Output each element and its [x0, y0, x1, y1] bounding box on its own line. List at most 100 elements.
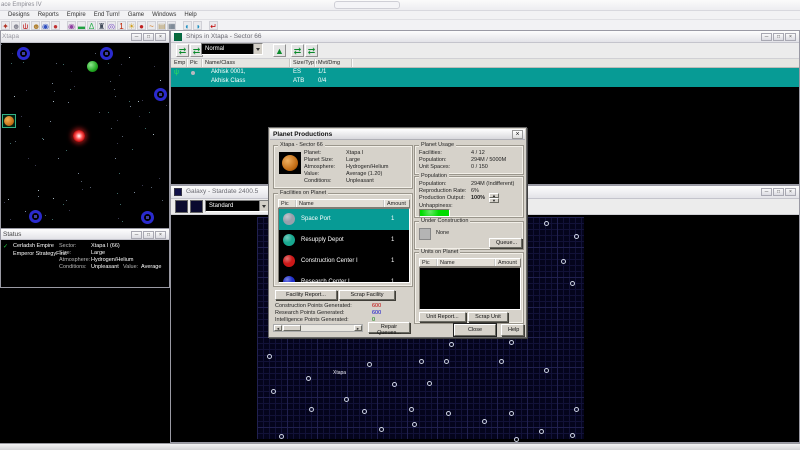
minimize-icon[interactable]: ─ [761, 188, 772, 196]
toolbar-icon-empire-status[interactable]: ☻ [11, 21, 20, 30]
units-list[interactable] [419, 267, 521, 310]
green-planet[interactable] [87, 61, 98, 72]
system-circle[interactable] [427, 381, 432, 386]
system-circle[interactable] [509, 340, 514, 345]
system-circle[interactable] [344, 397, 349, 402]
facility-row-construction-center[interactable]: Construction Center I 1 [279, 251, 409, 272]
facilities-header[interactable]: Pic Name Amount [278, 199, 410, 208]
toolbar-icon-race-report[interactable]: ψ [21, 21, 30, 30]
toolbar-icon-supply[interactable]: ~ [147, 21, 156, 30]
toolbar-icon-log[interactable]: ◎ [107, 21, 116, 30]
toolbar-icon-notes[interactable]: ▤ [157, 21, 166, 30]
ships-list-header[interactable]: Emp Pic Name/Class Size/Type Mvt/Dmg [171, 59, 799, 68]
warp-point[interactable] [141, 211, 154, 224]
close-button[interactable]: Close [454, 324, 496, 336]
toolbar-icon-end-turn[interactable]: ↵ [209, 21, 218, 30]
menu-designs[interactable]: Designs [8, 12, 30, 18]
system-circle[interactable] [309, 407, 314, 412]
sentry-icon[interactable]: ▲ [273, 44, 286, 57]
unit-report-button[interactable]: Unit Report... [419, 312, 466, 322]
toolbar-icon-calculator[interactable]: ▦ [167, 21, 176, 30]
system-map-canvas[interactable] [1, 43, 169, 228]
ships-filter-select[interactable]: Normal [201, 43, 263, 55]
toolbar-icon-events[interactable]: ☀ [127, 21, 136, 30]
chevron-down-icon[interactable] [253, 44, 262, 54]
menu-empire[interactable]: Empire [67, 12, 86, 18]
facility-row-resupply-depot[interactable]: Resupply Depot 1 [279, 230, 409, 251]
facility-row-space-port[interactable]: Space Port 1 [279, 209, 409, 230]
close-icon[interactable]: × [785, 33, 796, 41]
scrollbar-thumb[interactable] [283, 325, 301, 331]
help-button[interactable]: Help [501, 324, 524, 336]
close-icon[interactable]: × [155, 231, 166, 239]
close-icon[interactable]: × [785, 188, 796, 196]
maximize-icon[interactable]: □ [773, 33, 784, 41]
system-circle[interactable] [561, 259, 566, 264]
system-circle[interactable] [539, 429, 544, 434]
galaxy-view-icon-1[interactable] [175, 200, 188, 213]
system-circle[interactable] [306, 376, 311, 381]
selected-planet[interactable] [2, 114, 16, 128]
system-circle[interactable] [514, 437, 519, 442]
maximize-icon[interactable]: □ [143, 33, 154, 41]
system-circle[interactable] [446, 411, 451, 416]
transfer-cargo-icon[interactable]: ⇄ [176, 44, 189, 57]
scroll-right-icon[interactable]: ► [354, 325, 362, 331]
minimize-icon[interactable]: ─ [761, 33, 772, 41]
system-circle[interactable] [574, 234, 579, 239]
warp-point[interactable] [29, 210, 42, 223]
red-star[interactable] [73, 130, 85, 142]
system-circle[interactable] [544, 221, 549, 226]
toolbar-icon-next-colony[interactable]: ◑ [193, 21, 202, 30]
toolbar-icon-colonies-report[interactable]: ● [51, 21, 60, 30]
system-circle[interactable] [271, 389, 276, 394]
menu-help[interactable]: Help [184, 12, 196, 18]
system-circle[interactable] [419, 359, 424, 364]
menu-reports[interactable]: Reports [38, 12, 59, 18]
scroll-left-icon[interactable]: ◄ [274, 325, 282, 331]
dialog-titlebar[interactable]: Planet Productions × [270, 129, 525, 140]
scrap-facility-button[interactable]: Scrap Facility [339, 290, 395, 300]
system-circle[interactable] [379, 427, 384, 432]
warp-point[interactable] [154, 88, 167, 101]
ships-titlebar[interactable]: Ships in Xtapa - Sector 66 ─ □ × [171, 31, 799, 43]
system-circle[interactable] [544, 368, 549, 373]
warp-point[interactable] [17, 47, 30, 60]
menu-end-turn[interactable]: End Turn! [94, 12, 120, 18]
toolbar-icon-resources[interactable]: ▬ [77, 21, 86, 30]
system-circle[interactable] [482, 419, 487, 424]
system-circle[interactable] [499, 359, 504, 364]
toolbar-icon-research[interactable]: Δ [87, 21, 96, 30]
system-circle[interactable] [279, 434, 284, 439]
toolbar-icon-comet[interactable]: ● [137, 21, 146, 30]
system-circle[interactable] [267, 354, 272, 359]
system-circle[interactable] [570, 281, 575, 286]
scrap-unit-button[interactable]: Scrap Unit [468, 312, 508, 322]
system-circle[interactable] [444, 359, 449, 364]
toolbar-icon-design-report[interactable]: ✦ [1, 21, 10, 30]
maximize-icon[interactable]: □ [143, 231, 154, 239]
toolbar-icon-planets-report[interactable]: ◉ [41, 21, 50, 30]
maximize-icon[interactable]: □ [773, 188, 784, 196]
system-circle[interactable] [392, 382, 397, 387]
status-titlebar[interactable]: Status ─ □ × [1, 229, 169, 240]
toolbar-icon-ministers[interactable]: ☻ [31, 21, 40, 30]
repair-queues-button[interactable]: Repair Queues... [368, 322, 410, 333]
join-fleet-icon[interactable]: ⇄ [291, 44, 304, 57]
facility-row-research-center[interactable]: Research Center I 1 [279, 272, 409, 283]
minimize-icon[interactable]: ─ [131, 33, 142, 41]
units-header[interactable]: Pic Name Amount [419, 258, 521, 267]
system-circle[interactable] [449, 342, 454, 347]
menu-windows[interactable]: Windows [152, 12, 176, 18]
close-icon[interactable]: × [512, 130, 523, 139]
system-circle[interactable] [362, 409, 367, 414]
system-circle[interactable] [509, 411, 514, 416]
system-circle[interactable] [409, 407, 414, 412]
toolbar-icon-prev-colony[interactable]: ◐ [183, 21, 192, 30]
system-circle[interactable] [367, 362, 372, 367]
system-map-titlebar[interactable]: Xtapa ─ □ × [1, 31, 169, 43]
toolbar-icon-intelligence[interactable]: ♜ [97, 21, 106, 30]
system-circle[interactable] [574, 407, 579, 412]
system-circle[interactable] [412, 422, 417, 427]
close-icon[interactable]: × [155, 33, 166, 41]
